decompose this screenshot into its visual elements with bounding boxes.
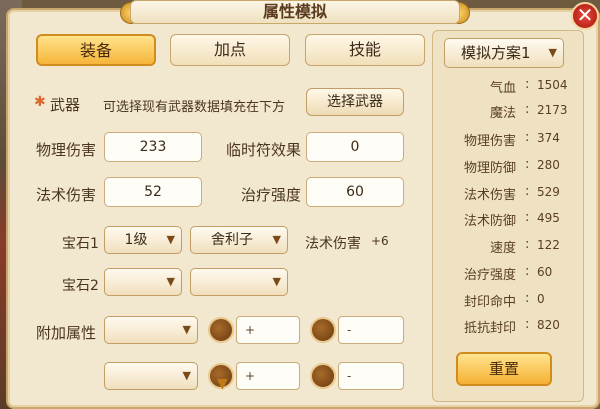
stat-name: 治疗强度 (463, 268, 516, 283)
stat-separator: : (525, 291, 530, 306)
stat-value: 374 (537, 131, 560, 145)
stat-separator: : (525, 102, 530, 117)
gem2-type-select[interactable]: ▼ (190, 268, 288, 296)
close-button[interactable]: ✕ (571, 2, 599, 30)
chevron-down-icon: ▼ (182, 369, 191, 382)
weapon-label: 武器 (50, 96, 81, 114)
stat-separator: : (525, 130, 530, 145)
magic-dmg-field[interactable]: 52 (104, 177, 202, 207)
stat-separator: : (525, 237, 530, 252)
stat-separator: : (525, 317, 530, 332)
tab-skills[interactable]: 技能 (305, 34, 425, 66)
tab-points[interactable]: 加点 (170, 34, 290, 66)
magic-dmg-label: 法术伤害 (36, 186, 97, 204)
stat-value: 495 (537, 211, 560, 225)
gem2-level-select[interactable]: ▼ (104, 268, 182, 296)
stat-name: 法术防御 (463, 214, 516, 229)
extra-attr-select-2[interactable]: ▼ (104, 362, 198, 390)
heal-label: 治疗强度 (241, 186, 302, 204)
scroll-down-chevron-icon[interactable]: ▼ (217, 376, 228, 392)
stat-value: 60 (537, 265, 553, 279)
chevron-down-icon: ▼ (272, 275, 281, 288)
gem1-type-select[interactable]: 舍利子 ▼ (190, 226, 288, 254)
gem1-label: 宝石1 (62, 236, 99, 252)
attr-minus-field-1[interactable]: - (338, 316, 404, 344)
stat-name: 气血 (489, 81, 516, 96)
heal-field[interactable]: 60 (306, 177, 404, 207)
scheme-value: 模拟方案1 (461, 44, 531, 62)
attr-plus-field-1[interactable]: + (236, 316, 300, 344)
stat-separator: : (525, 210, 530, 225)
stat-value: 280 (537, 158, 560, 172)
stat-separator: : (525, 184, 530, 199)
stat-value: 820 (537, 318, 560, 332)
stat-value: 122 (537, 238, 560, 252)
extra-attr-select-1[interactable]: ▼ (104, 316, 198, 344)
phys-dmg-field[interactable]: 233 (104, 132, 202, 162)
gem1-effect-value: +6 (371, 234, 389, 248)
attr-plus-orb-icon[interactable] (208, 317, 234, 343)
chevron-down-icon: ▼ (182, 323, 191, 336)
gem1-effect-label: 法术伤害 (305, 236, 361, 252)
stat-value: 1504 (537, 78, 568, 92)
attr-minus-orb-icon[interactable] (310, 363, 336, 389)
attr-minus-orb-icon[interactable] (310, 317, 336, 343)
tab-equipment[interactable]: 装备 (36, 34, 156, 66)
chevron-down-icon: ▼ (166, 233, 175, 246)
gem1-level-value: 1级 (124, 232, 148, 248)
chevron-down-icon: ▼ (272, 233, 281, 246)
chevron-down-icon: ▼ (166, 275, 175, 288)
extra-attr-label: 附加属性 (36, 324, 97, 342)
weapon-hint: 可选择现有武器数据填充在下方 (103, 100, 286, 115)
attr-plus-field-2[interactable]: + (236, 362, 300, 390)
stat-value: 2173 (537, 103, 568, 117)
chevron-down-icon: ▼ (548, 46, 557, 59)
gem1-type-value: 舍利子 (211, 232, 253, 248)
phys-dmg-label: 物理伤害 (36, 141, 97, 159)
gem2-label: 宝石2 (62, 278, 99, 294)
stat-name: 抵抗封印 (463, 321, 516, 336)
stat-separator: : (525, 77, 530, 92)
stat-name: 魔法 (489, 106, 516, 121)
temp-rune-label: 临时符效果 (226, 141, 302, 159)
stat-name: 物理防御 (463, 161, 516, 176)
stat-name: 封印命中 (463, 295, 516, 310)
select-weapon-button[interactable]: 选择武器 (306, 88, 404, 116)
gem1-level-select[interactable]: 1级 ▼ (104, 226, 182, 254)
dialog-title: 属性模拟 (130, 0, 460, 24)
scheme-select[interactable]: 模拟方案1 ▼ (444, 38, 564, 68)
stat-name: 法术伤害 (463, 188, 516, 203)
temp-rune-field[interactable]: 0 (306, 132, 404, 162)
stat-separator: : (525, 264, 530, 279)
stat-value: 529 (537, 185, 560, 199)
stat-name: 物理伤害 (463, 134, 516, 149)
stat-value: 0 (537, 292, 545, 306)
asterisk-icon: ✱ (34, 94, 46, 110)
stat-separator: : (525, 157, 530, 172)
reset-button[interactable]: 重置 (456, 352, 552, 386)
attr-minus-field-2[interactable]: - (338, 362, 404, 390)
stat-name: 速度 (489, 241, 516, 256)
